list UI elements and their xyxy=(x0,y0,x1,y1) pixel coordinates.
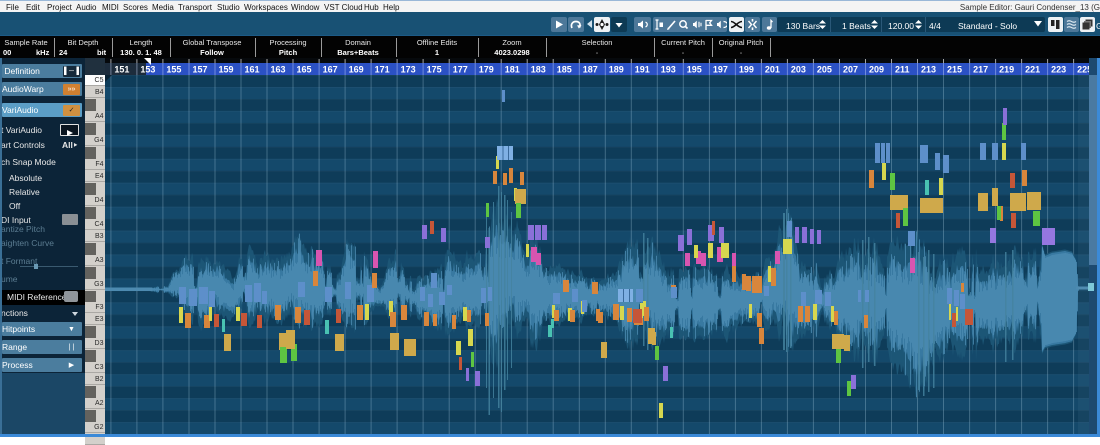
svg-text:195: 195 xyxy=(687,65,702,75)
svg-text:219: 219 xyxy=(999,65,1014,75)
svg-text:215: 215 xyxy=(947,65,962,75)
svg-text:187: 187 xyxy=(583,65,598,75)
svg-text:153: 153 xyxy=(140,65,155,75)
svg-text:171: 171 xyxy=(375,65,390,75)
svg-text:165: 165 xyxy=(297,65,312,75)
svg-text:157: 157 xyxy=(193,65,208,75)
svg-text:191: 191 xyxy=(635,65,650,75)
svg-text:211: 211 xyxy=(895,65,910,75)
svg-text:209: 209 xyxy=(869,65,884,75)
svg-text:181: 181 xyxy=(505,65,520,75)
svg-text:185: 185 xyxy=(557,65,572,75)
svg-text:217: 217 xyxy=(973,65,988,75)
svg-text:179: 179 xyxy=(479,65,494,75)
svg-text:189: 189 xyxy=(609,65,624,75)
svg-text:223: 223 xyxy=(1051,65,1066,75)
svg-text:201: 201 xyxy=(765,65,780,75)
svg-text:169: 169 xyxy=(349,65,364,75)
svg-text:167: 167 xyxy=(323,65,338,75)
svg-text:159: 159 xyxy=(219,65,234,75)
svg-text:155: 155 xyxy=(166,65,181,75)
svg-text:175: 175 xyxy=(427,65,442,75)
svg-text:177: 177 xyxy=(453,65,468,75)
svg-text:163: 163 xyxy=(271,65,286,75)
svg-text:207: 207 xyxy=(843,65,858,75)
svg-text:213: 213 xyxy=(921,65,936,75)
svg-text:197: 197 xyxy=(713,65,728,75)
svg-text:221: 221 xyxy=(1025,65,1040,75)
svg-text:161: 161 xyxy=(245,65,260,75)
svg-text:193: 193 xyxy=(661,65,676,75)
svg-text:203: 203 xyxy=(791,65,806,75)
svg-text:205: 205 xyxy=(817,65,832,75)
svg-text:183: 183 xyxy=(531,65,546,75)
svg-text:173: 173 xyxy=(401,65,416,75)
svg-text:151: 151 xyxy=(114,65,129,75)
svg-text:199: 199 xyxy=(739,65,754,75)
